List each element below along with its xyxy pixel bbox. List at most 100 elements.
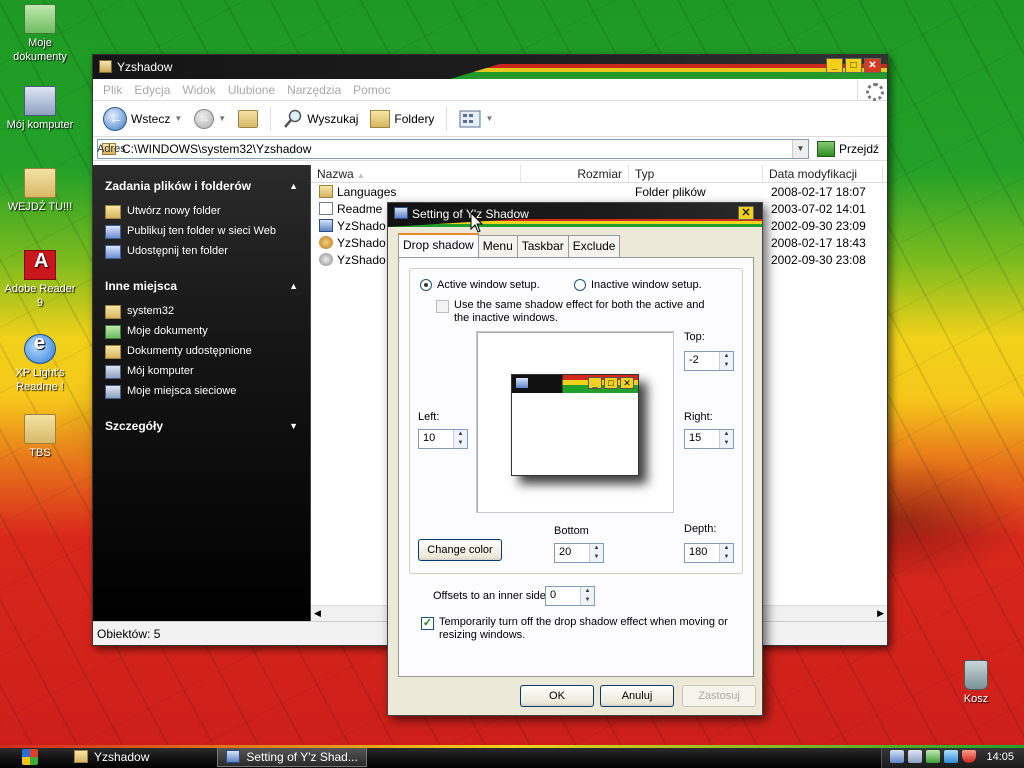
file-name: Readme [337, 201, 383, 216]
tasks-header[interactable]: Zadania plików i folderów ▲ [105, 179, 298, 193]
sort-arrow-icon: ▲ [357, 171, 365, 180]
search-button[interactable]: Wyszukaj [279, 107, 362, 131]
desktop-icon-my-documents[interactable]: Moje dokumenty [0, 4, 80, 64]
folder-icon [99, 60, 112, 73]
start-button[interactable] [0, 745, 60, 768]
text-file-icon [319, 202, 333, 215]
task-new-folder[interactable]: Utwórz nowy folder [105, 205, 298, 219]
spin-up-icon[interactable]: ▲ [581, 587, 594, 596]
details-header[interactable]: Szczegóły ▼ [105, 419, 298, 433]
menu-tools[interactable]: Narzędzia [281, 83, 347, 97]
place-my-computer[interactable]: Mój komputer [105, 365, 298, 379]
taskbar-button-settings[interactable]: Setting of Y'z Shad... [217, 746, 367, 767]
task-publish-web[interactable]: Publikuj ten folder w sieci Web [105, 225, 298, 239]
explorer-titlebar[interactable]: Yzshadow _ □ ✕ [93, 55, 887, 79]
up-folder-button[interactable] [234, 108, 262, 130]
change-color-button[interactable]: Change color [418, 539, 502, 561]
folder-icon [105, 345, 121, 359]
tray-green-icon[interactable] [926, 750, 941, 763]
tasks-title: Zadania plików i folderów [105, 179, 252, 193]
collapse-icon: ▲ [289, 281, 298, 291]
spin-up-icon[interactable]: ▲ [720, 352, 733, 361]
spin-up-icon[interactable]: ▲ [720, 430, 733, 439]
temp-off-checkbox[interactable]: ✓ Temporarily turn off the drop shadow e… [421, 616, 731, 642]
menu-help[interactable]: Pomoc [347, 83, 396, 97]
column-date[interactable]: Data modyfikacji [763, 165, 883, 182]
menu-edit[interactable]: Edycja [128, 83, 176, 97]
system-tray: 14:05 [881, 745, 1024, 768]
menu-file[interactable]: Plik [97, 83, 128, 97]
tray-blue-icon[interactable] [944, 750, 959, 763]
folders-button[interactable]: Foldery [366, 108, 438, 130]
close-button[interactable]: ✕ [864, 58, 881, 73]
place-my-documents[interactable]: Moje dokumenty [105, 325, 298, 339]
shadow-settings-dialog[interactable]: Setting of Y'z Shadow ✕ Drop shadow Menu… [387, 202, 763, 716]
spin-down-icon[interactable]: ▼ [720, 439, 733, 448]
minimize-button[interactable]: _ [826, 58, 843, 73]
address-value: C:\WINDOWS\system32\Yzshadow [122, 141, 312, 156]
taskbar: Yzshadow Setting of Y'z Shad... 14:05 [0, 745, 1024, 768]
checkbox-label: Temporarily turn off the drop shadow eff… [439, 616, 728, 641]
maximize-button[interactable]: □ [845, 58, 862, 73]
dialog-titlebar[interactable]: Setting of Y'z Shadow ✕ [388, 203, 762, 227]
windows-logo-icon [22, 748, 38, 765]
spin-down-icon[interactable]: ▼ [720, 553, 733, 562]
desktop-icon-recycle-bin[interactable]: Kosz [936, 660, 1016, 706]
forward-button[interactable]: ▼ [190, 107, 230, 131]
column-name[interactable]: Nazwa ▲ [311, 165, 521, 182]
scroll-left-icon[interactable]: ◀ [314, 608, 321, 619]
spin-down-icon[interactable]: ▼ [720, 361, 733, 370]
offsets-spinner[interactable]: 0 ▲ ▼ [545, 586, 595, 606]
file-row[interactable]: Languages Folder plików 2008-02-17 18:07 [311, 183, 887, 200]
scroll-right-icon[interactable]: ▶ [877, 608, 884, 619]
spin-up-icon[interactable]: ▲ [720, 544, 733, 553]
back-button[interactable]: Wstecz ▼ [99, 105, 186, 133]
security-shield-icon[interactable] [962, 750, 977, 763]
active-window-radio[interactable]: Active window setup. [420, 279, 540, 291]
menu-favorites[interactable]: Ulubione [222, 83, 281, 97]
dialog-close-button[interactable]: ✕ [738, 206, 754, 220]
desktop-icon-my-computer[interactable]: Mój komputer [0, 86, 80, 132]
clock[interactable]: 14:05 [986, 751, 1014, 763]
spin-down-icon[interactable]: ▼ [454, 439, 467, 448]
spin-up-icon[interactable]: ▲ [590, 544, 603, 553]
spin-down-icon[interactable]: ▼ [581, 596, 594, 605]
column-type[interactable]: Typ [629, 165, 763, 182]
desktop-icon-adobe-reader[interactable]: Adobe Reader 9 [0, 250, 80, 310]
menu-view[interactable]: Widok [176, 83, 221, 97]
desktop-icon-readme[interactable]: XP Light's Readme ! [0, 334, 80, 394]
same-effect-checkbox[interactable]: Use the same shadow effect for both the … [436, 299, 706, 325]
file-date: 2002-09-30 23:09 [771, 218, 866, 233]
go-button[interactable]: Przejdź [813, 140, 883, 157]
checkbox-label: Use the same shadow effect for both the … [454, 299, 705, 324]
bottom-spinner[interactable]: 20 ▲ ▼ [554, 543, 604, 563]
network-icon[interactable] [908, 750, 923, 763]
cancel-button[interactable]: Anuluj [600, 685, 674, 707]
desktop-icon-tbs[interactable]: TBS [0, 414, 80, 460]
spin-up-icon[interactable]: ▲ [454, 430, 467, 439]
top-spinner[interactable]: -2 ▲ ▼ [684, 351, 734, 371]
spin-down-icon[interactable]: ▼ [590, 553, 603, 562]
column-size[interactable]: Rozmiar [521, 165, 629, 182]
address-input[interactable]: C:\WINDOWS\system32\Yzshadow ▼ [97, 138, 809, 159]
task-share-folder[interactable]: Udostępnij ten folder [105, 245, 298, 259]
spinner-value: -2 [689, 354, 699, 366]
depth-spinner[interactable]: 180 ▲ ▼ [684, 543, 734, 563]
left-spinner[interactable]: 10 ▲ ▼ [418, 429, 468, 449]
ok-button[interactable]: OK [520, 685, 594, 707]
desktop-icon-label: TBS [29, 447, 51, 459]
right-spinner[interactable]: 15 ▲ ▼ [684, 429, 734, 449]
place-shared-documents[interactable]: Dokumenty udostępnione [105, 345, 298, 359]
place-network[interactable]: Moje miejsca sieciowe [105, 385, 298, 399]
places-header[interactable]: Inne miejsca ▲ [105, 279, 298, 293]
address-dropdown-button[interactable]: ▼ [791, 139, 808, 158]
place-system32[interactable]: system32 [105, 305, 298, 319]
inactive-window-radio[interactable]: Inactive window setup. [574, 279, 702, 291]
views-button[interactable]: ▼ [455, 108, 497, 130]
tray-app-icon[interactable] [890, 750, 905, 763]
file-name: YzShado [337, 252, 386, 267]
desktop-icon-wejdz-tu[interactable]: WEJDŹ TU!!! [0, 168, 80, 214]
spinner-value: 15 [689, 432, 702, 444]
taskbar-button-explorer[interactable]: Yzshadow [66, 747, 157, 767]
tab-drop-shadow[interactable]: Drop shadow [398, 233, 479, 258]
